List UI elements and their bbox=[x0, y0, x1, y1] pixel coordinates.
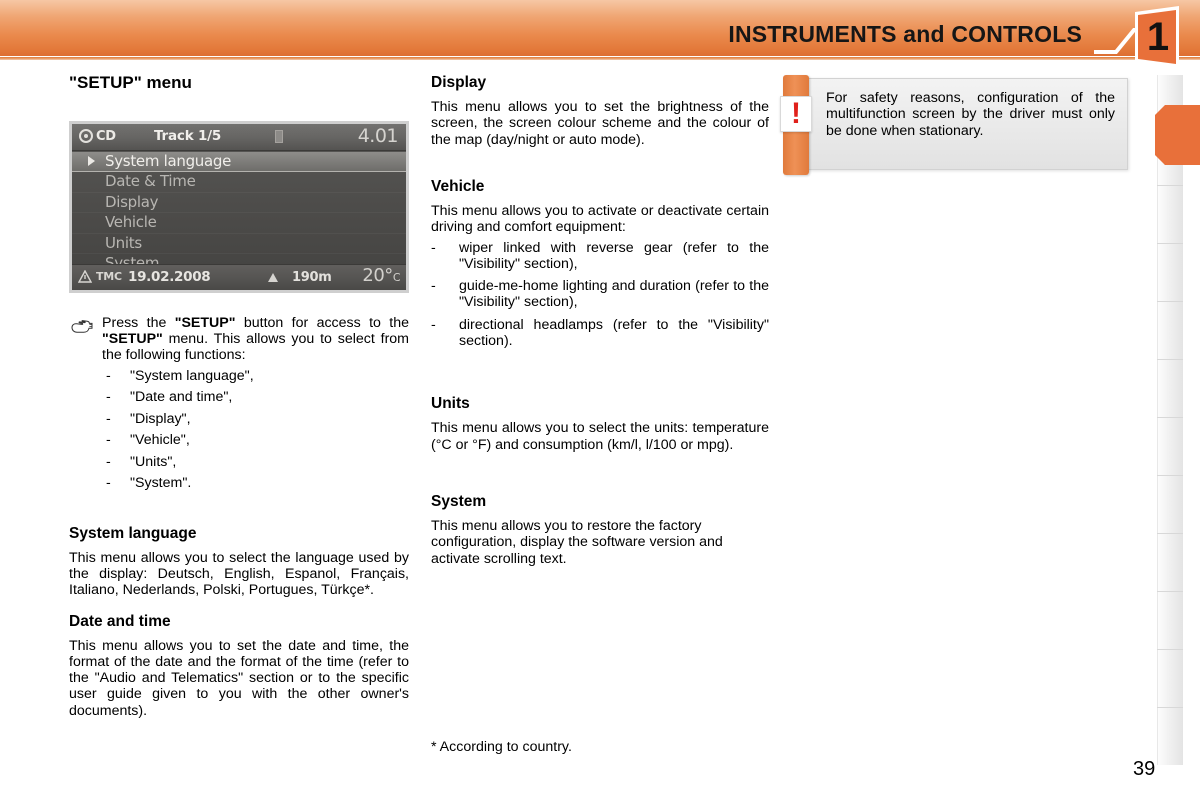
display-menu-item-date-time[interactable]: Date & Time bbox=[72, 172, 406, 193]
list-item: - wiper linked with reverse gear (refer t… bbox=[431, 239, 769, 272]
list-dash: - bbox=[106, 432, 111, 449]
menu-item-label: Display bbox=[105, 192, 159, 211]
system-section-heading: System bbox=[431, 493, 487, 510]
chapter-number: 1 bbox=[1146, 14, 1170, 59]
date-and-time-heading: Date and time bbox=[69, 612, 171, 630]
list-dash: - bbox=[106, 453, 111, 470]
menu-item-label: Date & Time bbox=[105, 172, 196, 191]
right-column: ! For safety reasons, configuration of t… bbox=[780, 75, 1131, 175]
list-dash: - bbox=[106, 389, 111, 406]
menu-item-label: Units bbox=[105, 233, 142, 252]
display-altitude: 190m bbox=[292, 269, 332, 285]
radio-display-photo: CD Track 1/5 4.01 System language Date &… bbox=[69, 120, 409, 293]
tmc-label: TMC bbox=[96, 269, 122, 283]
setup-menu-heading: "SETUP" menu bbox=[69, 73, 192, 92]
pointing-hand-icon bbox=[71, 319, 93, 333]
list-dash: - bbox=[431, 316, 436, 333]
chapter-number-tab: 1 bbox=[1131, 6, 1183, 68]
safety-warning-box: ! For safety reasons, configuration of t… bbox=[780, 75, 1128, 175]
display-source-label: CD bbox=[96, 128, 116, 144]
altitude-icon bbox=[268, 272, 278, 282]
list-dash: - bbox=[431, 278, 436, 295]
chapter-tab-strip-lines bbox=[1157, 75, 1183, 765]
display-menu-item-units[interactable]: Units bbox=[72, 234, 406, 255]
system-section-body: This menu allows you to restore the fact… bbox=[431, 518, 723, 567]
list-item: - "Date and time", bbox=[102, 387, 409, 409]
radio-display-screen: CD Track 1/5 4.01 System language Date &… bbox=[72, 123, 406, 290]
country-footnote: * According to country. bbox=[431, 739, 572, 755]
units-section-heading: Units bbox=[431, 395, 470, 413]
list-item: - "Units", bbox=[102, 452, 409, 474]
active-chapter-tab[interactable] bbox=[1155, 105, 1200, 165]
setup-options-list: - "System language", - "Date and time", - "… bbox=[102, 366, 409, 495]
display-temperature: 20°C bbox=[362, 264, 400, 286]
exclamation-icon: ! bbox=[780, 96, 812, 132]
vehicle-equipment-list: - wiper linked with reverse gear (refer t… bbox=[431, 240, 769, 350]
list-item: - guide-me-home lighting and duration (re… bbox=[431, 278, 769, 311]
display-menu-item-system-language[interactable]: System language bbox=[72, 151, 406, 173]
list-dash: - bbox=[431, 239, 436, 256]
display-bottom-bar: TMC 19.02.2008 190m 20°C bbox=[72, 263, 406, 290]
list-item: - "System language", bbox=[102, 366, 409, 388]
vehicle-section-heading: Vehicle bbox=[431, 177, 485, 195]
display-section-heading: Display bbox=[431, 74, 487, 91]
list-dash: - bbox=[106, 475, 111, 492]
display-track-label: Track 1/5 bbox=[154, 127, 222, 144]
left-column: "SETUP" menu CD Track 1/5 4.01 System la… bbox=[69, 73, 409, 719]
selection-arrow-icon bbox=[88, 155, 95, 166]
middle-column: Display This menu allows you to set the … bbox=[431, 74, 769, 567]
cd-disc-icon bbox=[79, 128, 93, 143]
units-section-body: This menu allows you to select the units… bbox=[431, 420, 769, 453]
date-and-time-body: This menu allows you to set the date and… bbox=[69, 637, 409, 719]
list-item: - "System". bbox=[102, 473, 409, 495]
display-time: 4.01 bbox=[357, 124, 399, 147]
menu-item-label: System language bbox=[105, 151, 232, 170]
display-menu-item-display[interactable]: Display bbox=[72, 193, 406, 214]
list-item: - directional headlamps (refer to the "Vi… bbox=[431, 316, 769, 350]
display-top-bar: CD Track 1/5 4.01 bbox=[72, 123, 406, 151]
menu-item-label: Vehicle bbox=[105, 213, 157, 232]
list-item: - "Vehicle", bbox=[102, 430, 409, 452]
battery-icon bbox=[275, 129, 283, 143]
header-underline bbox=[0, 57, 1200, 60]
display-section-body: This menu allows you to set the brightne… bbox=[431, 99, 769, 148]
setup-instruction-text: Press the "SETUP" button for access to t… bbox=[102, 314, 410, 364]
system-language-heading: System language bbox=[69, 524, 197, 542]
display-date: 19.02.2008 bbox=[128, 268, 211, 285]
page-title: INSTRUMENTS and CONTROLS bbox=[728, 21, 1082, 47]
list-item: - "Display", bbox=[102, 409, 409, 431]
system-language-body: This menu allows you to select the langu… bbox=[69, 549, 409, 599]
vehicle-section-body: This menu allows you to activate or deac… bbox=[431, 202, 769, 236]
display-menu-item-vehicle[interactable]: Vehicle bbox=[72, 213, 406, 234]
tmc-warning-triangle-icon bbox=[78, 269, 92, 283]
setup-instruction-block: Press the "SETUP" button for access to t… bbox=[69, 315, 409, 495]
list-dash: - bbox=[106, 367, 111, 384]
safety-warning-text: For safety reasons, configuration of the… bbox=[826, 90, 1115, 139]
display-menu-list: System language Date & Time Display Vehi… bbox=[72, 151, 406, 275]
list-dash: - bbox=[106, 410, 111, 427]
page-number: 39 bbox=[1133, 758, 1156, 780]
